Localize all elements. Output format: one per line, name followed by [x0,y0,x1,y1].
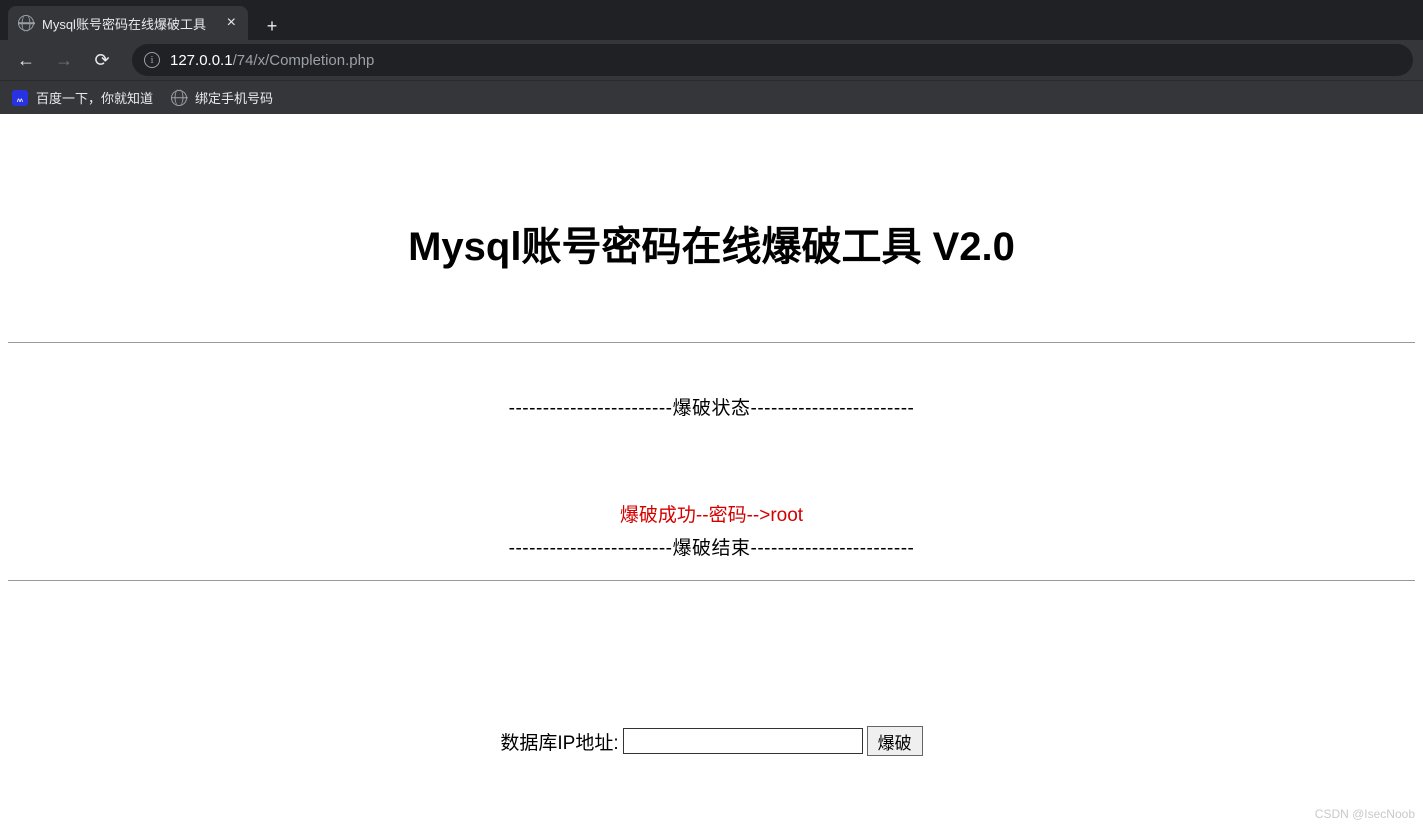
page-content: Mysql账号密码在线爆破工具 V2.0 -------------------… [0,214,1423,756]
divider [8,342,1415,343]
bookmark-baidu[interactable]: ៳ 百度一下，你就知道 [12,88,153,107]
url-host: 127.0.0.1 [170,52,233,69]
browser-tab-active[interactable]: Mysql账号密码在线爆破工具 × [8,6,248,40]
url-path: /74/x/Completion.php [233,52,375,69]
bookmarks-bar: ៳ 百度一下，你就知道 绑定手机号码 [0,80,1423,114]
globe-icon [171,90,187,106]
watermark: CSDN @IsecNoob [1315,807,1415,821]
nav-bar: ← → ⟳ i 127.0.0.1/74/x/Completion.php [0,40,1423,80]
bookmark-label: 绑定手机号码 [195,88,273,107]
browser-chrome: Mysql账号密码在线爆破工具 × + ← → ⟳ i 127.0.0.1/74… [0,0,1423,114]
end-section-header: ------------------------爆破结束------------… [8,533,1415,560]
crack-result: 爆破成功--密码-->root [8,500,1415,527]
url-display: 127.0.0.1/74/x/Completion.php [170,52,374,69]
address-bar[interactable]: i 127.0.0.1/74/x/Completion.php [132,44,1413,76]
reload-button[interactable]: ⟳ [86,44,118,76]
ip-label: 数据库IP地址: [500,728,618,755]
page-title: Mysql账号密码在线爆破工具 V2.0 [8,214,1415,272]
ip-input[interactable] [623,728,863,754]
back-button[interactable]: ← [10,44,42,76]
info-icon[interactable]: i [144,52,160,68]
tab-bar: Mysql账号密码在线爆破工具 × + [0,0,1423,40]
close-icon[interactable]: × [225,14,238,32]
baidu-icon: ៳ [12,90,28,106]
globe-icon [18,15,34,31]
bookmark-bind-phone[interactable]: 绑定手机号码 [171,88,273,107]
status-section-header: ------------------------爆破状态------------… [8,393,1415,420]
new-tab-button[interactable]: + [258,12,286,40]
bookmark-label: 百度一下，你就知道 [36,88,153,107]
forward-button[interactable]: → [48,44,80,76]
divider [8,580,1415,581]
crack-button[interactable]: 爆破 [867,726,923,756]
tab-title: Mysql账号密码在线爆破工具 [42,14,206,33]
ip-form: 数据库IP地址: 爆破 [8,726,1415,756]
